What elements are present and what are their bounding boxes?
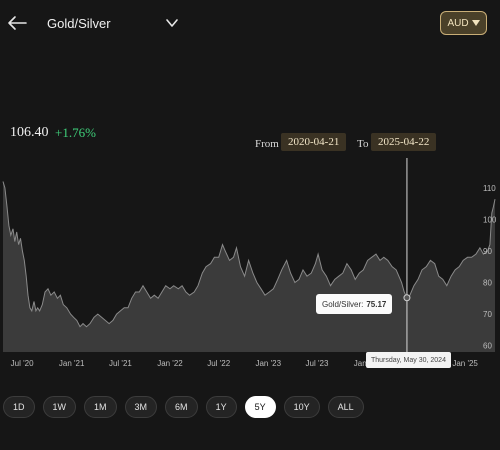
x-tick-label: Jan '22 xyxy=(157,359,183,368)
header-bar: Gold/Silver AUD xyxy=(0,0,500,48)
to-label: To xyxy=(357,138,369,150)
price-chart[interactable]: 60 70 80 90 100 110 Jul '20 Jan '21 Jul '21 Jan … xyxy=(0,150,500,375)
chevron-down-icon[interactable] xyxy=(165,17,179,29)
caret-down-icon xyxy=(471,20,480,26)
period-button-3m[interactable]: 3M xyxy=(124,396,158,418)
x-tick-label: Jan '21 xyxy=(59,359,85,368)
period-button-1d[interactable]: 1D xyxy=(3,396,35,418)
from-label: From xyxy=(255,138,279,150)
y-tick-label: 100 xyxy=(483,215,497,224)
y-tick-label: 90 xyxy=(483,247,492,256)
tooltip-label: Gold/Silver: xyxy=(322,299,364,309)
x-tick-label: Jan '23 xyxy=(255,359,281,368)
period-button-1m[interactable]: 1M xyxy=(84,396,117,418)
chart-tooltip: Gold/Silver: 75.17 xyxy=(316,294,393,314)
period-button-1y[interactable]: 1Y xyxy=(205,396,237,418)
crosshair-date-label: Thursday, May 30, 2024 xyxy=(366,352,451,368)
back-arrow-icon[interactable] xyxy=(6,14,28,32)
period-button-10y[interactable]: 10Y xyxy=(283,396,320,418)
chart-area-fill xyxy=(3,181,495,352)
y-tick-label: 110 xyxy=(483,184,496,193)
page-title[interactable]: Gold/Silver xyxy=(47,16,111,31)
period-button-all[interactable]: ALL xyxy=(327,396,364,418)
y-tick-label: 70 xyxy=(483,310,492,319)
period-button-5y[interactable]: 5Y xyxy=(244,396,276,418)
period-button-6m[interactable]: 6M xyxy=(165,396,198,418)
y-tick-label: 60 xyxy=(483,342,492,351)
y-tick-label: 80 xyxy=(483,279,492,288)
x-tick-label: Jan '25 xyxy=(452,359,478,368)
period-selector: 1D 1W 1M 3M 6M 1Y 5Y 10Y ALL xyxy=(3,396,372,418)
x-tick-label: Jul '21 xyxy=(109,359,132,368)
crosshair-point xyxy=(403,294,411,302)
x-tick-label: Jul '22 xyxy=(207,359,230,368)
from-date-field[interactable]: 2020-04-21 xyxy=(281,133,347,151)
price-change: +1.76% xyxy=(55,125,96,140)
period-button-1w[interactable]: 1W xyxy=(42,396,77,418)
x-tick-label: Jul '20 xyxy=(11,359,34,368)
to-date-field[interactable]: 2025-04-22 xyxy=(371,133,437,151)
current-price: 106.40 xyxy=(10,125,49,140)
currency-select[interactable]: AUD xyxy=(440,11,487,35)
tooltip-value: 75.17 xyxy=(366,299,387,309)
currency-label: AUD xyxy=(447,17,469,29)
x-tick-label: Jul '23 xyxy=(306,359,329,368)
